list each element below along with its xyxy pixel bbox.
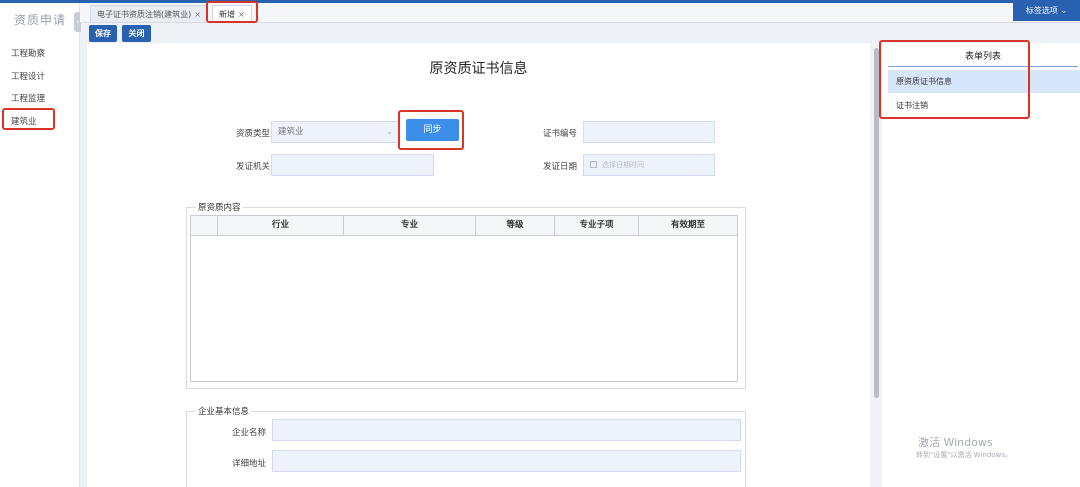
tab-bar: 电子证书资质注销(建筑业) × 新增 × [80, 3, 1080, 23]
table-header-select [191, 216, 218, 235]
issue-date-input[interactable]: 选择日期时间 [583, 154, 715, 176]
calendar-icon [590, 161, 597, 168]
address-input[interactable] [272, 450, 741, 472]
form-panel: 原资质证书信息 资质类型 建筑业 ⌄ 同步 证书编号 发证机关 发证日期 选择日… [87, 43, 870, 487]
save-button[interactable]: 保存 [89, 25, 117, 42]
tab-new[interactable]: 新增 × [212, 5, 252, 22]
table-header-valid-until[interactable]: 有效期至 [639, 216, 737, 235]
cert-number-label: 证书编号 [542, 129, 577, 139]
cert-number-input[interactable] [583, 121, 715, 143]
form-list-item-original-cert[interactable]: 原资质证书信息 [888, 70, 1080, 93]
tab-cert-cancellation[interactable]: 电子证书资质注销(建筑业) × [90, 5, 208, 22]
table-header-industry[interactable]: 行业 [218, 216, 344, 235]
issue-date-placeholder: 选择日期时间 [602, 161, 644, 169]
close-button[interactable]: 关闭 [122, 25, 151, 42]
company-name-input[interactable] [272, 419, 741, 441]
tab-label: 新增 [219, 10, 235, 19]
issuer-label: 发证机关 [235, 162, 270, 172]
tag-options-button[interactable]: 标签选项 ⌄ [1013, 0, 1080, 21]
content-section-title: 原资质内容 [196, 201, 243, 213]
content-table-header: 行业 专业 等级 专业子项 有效期至 [190, 215, 738, 236]
page-title: 原资质证书信息 [429, 61, 528, 77]
company-section-title: 企业基本信息 [196, 405, 252, 417]
qualification-type-label: 资质类型 [235, 129, 270, 139]
tab-label: 电子证书资质注销(建筑业) [97, 10, 192, 19]
chevron-down-icon: ⌄ [1060, 6, 1068, 15]
qualification-type-value: 建筑业 [278, 127, 304, 137]
close-icon[interactable]: × [194, 10, 201, 19]
chevron-down-icon: ⌄ [386, 127, 393, 136]
activation-watermark-title: 激活 Windows [918, 436, 993, 449]
table-header-grade[interactable]: 等级 [476, 216, 555, 235]
form-list-title: 表单列表 [888, 47, 1078, 67]
table-header-sub-item[interactable]: 专业子项 [555, 216, 639, 235]
close-icon[interactable]: × [238, 10, 245, 19]
address-label: 详细地址 [231, 459, 266, 469]
activation-watermark-subtitle: 转到"设置"以激活 Windows。 [916, 451, 1012, 459]
issuer-input[interactable] [271, 154, 434, 176]
sync-button[interactable]: 同步 [406, 119, 459, 141]
issue-date-label: 发证日期 [542, 162, 577, 172]
company-name-label: 企业名称 [231, 428, 266, 438]
tag-options-label: 标签选项 [1025, 6, 1058, 15]
form-list-item-cert-cancellation[interactable]: 证书注销 [888, 94, 1080, 117]
scrollbar-thumb[interactable] [874, 48, 879, 398]
table-header-specialty[interactable]: 专业 [344, 216, 476, 235]
sidebar-item-engineering-supervision[interactable]: 工程监理 [11, 92, 45, 104]
sidebar-item-engineering-design[interactable]: 工程设计 [11, 70, 45, 82]
sidebar: 资质申请 ‹ 工程勘察 工程设计 工程监理 建筑业 [0, 3, 81, 487]
content-table-body [190, 236, 738, 382]
sidebar-title: 资质申请 [13, 13, 66, 27]
form-list-panel: 表单列表 原资质证书信息 证书注销 激活 Windows 转到"设置"以激活 W… [882, 43, 1080, 487]
qualification-type-select[interactable]: 建筑业 ⌄ [271, 121, 399, 143]
sidebar-item-construction[interactable]: 建筑业 [11, 115, 37, 127]
sidebar-item-engineering-survey[interactable]: 工程勘察 [11, 47, 45, 59]
